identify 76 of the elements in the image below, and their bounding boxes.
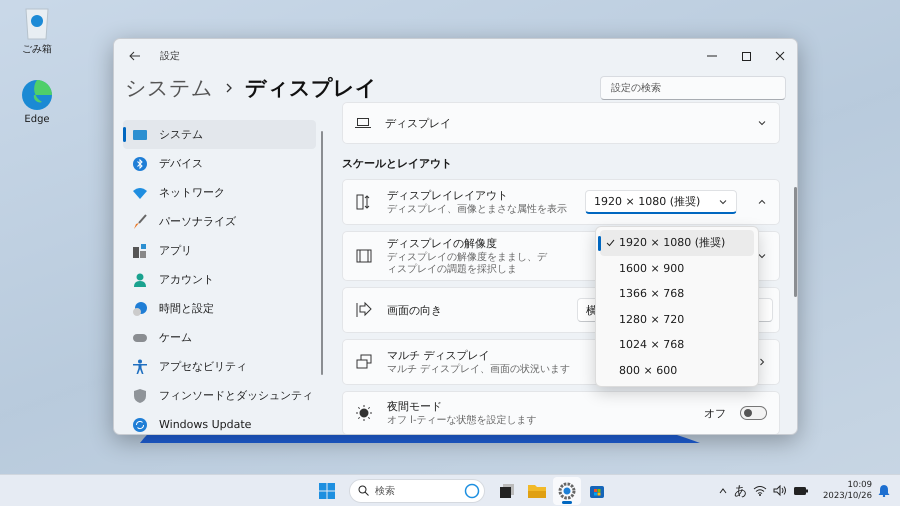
clock[interactable]: 10:09 2023/10/26 — [823, 480, 872, 502]
window-stack-icon — [499, 482, 515, 498]
laptop-icon — [355, 117, 371, 129]
setting-description: オフ l-ティーな状態を設定します — [387, 415, 537, 427]
gear-icon — [558, 482, 576, 500]
window-title: 設定 — [160, 50, 180, 63]
breadcrumb-parent[interactable]: システム — [125, 74, 213, 102]
accessibility-icon — [132, 358, 148, 374]
resolution-dropdown[interactable]: 1920 × 1080 (推奨) — [585, 190, 737, 214]
dropdown-option[interactable]: 800 × 600 — [600, 358, 754, 383]
setting-description: ディスプレイの解像度をままし、ディスプレイの調題を採択しま — [387, 252, 548, 276]
sidebar-item[interactable]: アプセなビリティ — [123, 352, 316, 381]
maximize-icon — [742, 52, 750, 60]
section-heading: スケールとレイアウト — [342, 156, 453, 171]
breadcrumb-chevron-icon — [225, 83, 233, 93]
sidebar-item[interactable]: ケーム — [123, 323, 316, 352]
chevron-down-icon — [757, 118, 767, 128]
speaker-icon[interactable] — [773, 485, 787, 496]
back-arrow-icon — [129, 51, 141, 61]
sidebar-item[interactable]: Windows Update — [123, 410, 316, 434]
chevron-right-icon — [757, 357, 767, 367]
check-icon — [606, 238, 615, 247]
shield-icon — [132, 388, 148, 404]
dropdown-option[interactable]: 1024 × 768 — [600, 332, 754, 358]
bell-icon[interactable] — [878, 484, 890, 497]
apps-icon — [132, 242, 148, 258]
browser-icon[interactable] — [20, 78, 54, 112]
sync-icon — [132, 416, 148, 432]
wifi-icon[interactable] — [753, 485, 767, 496]
paintbrush-icon — [132, 214, 148, 230]
close-icon — [775, 51, 785, 61]
setting-title: 夜間モード — [387, 399, 442, 414]
taskbar-search-field[interactable]: 検索 — [349, 478, 485, 502]
sidebar-item[interactable]: アプリ — [123, 236, 316, 265]
minimize-icon — [707, 55, 717, 57]
sidebar-item[interactable]: システム — [123, 120, 316, 149]
dropdown-option[interactable]: 1366 × 768 — [600, 281, 754, 306]
sidebar-item[interactable]: 時間と設定 — [123, 294, 316, 323]
sidebar-item[interactable]: フィンソードとダッシュンティ — [123, 381, 316, 410]
sidebar-item[interactable]: アカウント — [123, 265, 316, 294]
rotate-screen-icon — [355, 301, 373, 319]
multiple-displays-icon — [355, 353, 373, 371]
setting-title: ディスプレイの解像度 — [387, 236, 497, 251]
toggle-state-label: オフ — [704, 406, 726, 420]
resolution-icon — [355, 247, 373, 265]
ime-indicator[interactable]: あ — [734, 482, 747, 500]
search-icon — [358, 485, 369, 496]
setting-description: ディスプレイ、画像とまさな属性を表示 — [387, 204, 567, 216]
setting-description: マルチ ディスプレイ、画面の状況います — [387, 364, 570, 376]
setting-title: マルチ ディスプレイ — [387, 348, 490, 363]
page-title: ディスプレイ — [245, 75, 377, 102]
bluetooth-icon — [132, 156, 148, 172]
scrollbar[interactable] — [321, 131, 323, 375]
dropdown-option[interactable]: 1600 × 900 — [600, 256, 754, 281]
folder-icon — [528, 483, 546, 498]
setting-title: 画面の向き — [387, 302, 442, 318]
monitor-icon — [132, 128, 148, 142]
scrollbar[interactable] — [794, 187, 797, 297]
battery-icon[interactable] — [793, 485, 809, 496]
desktop-icon-label: Edge — [24, 114, 50, 125]
sidebar-item[interactable]: パーソナライズ — [123, 207, 316, 236]
setting-title: ディスプレイ — [385, 116, 451, 130]
wifi-icon — [132, 186, 148, 200]
sidebar-item[interactable]: ネットワーク — [123, 178, 316, 207]
person-icon — [132, 272, 148, 288]
sidebar-item[interactable]: デバイス — [123, 149, 316, 178]
dropdown-option[interactable]: 1920 × 1080 (推奨) — [600, 230, 754, 256]
desktop-icon-label: ごみ箱 — [22, 43, 52, 56]
chevron-down-icon — [757, 251, 767, 261]
brightness-icon — [355, 404, 373, 422]
search-field[interactable]: 設定の検索 — [600, 76, 786, 100]
toggle-switch[interactable] — [740, 406, 767, 420]
chevron-up-icon — [718, 486, 728, 496]
setting-title: ディスプレイレイアウト — [387, 188, 508, 203]
windows-logo-icon — [319, 482, 335, 498]
dropdown-option[interactable]: 1280 × 720 — [600, 306, 754, 332]
